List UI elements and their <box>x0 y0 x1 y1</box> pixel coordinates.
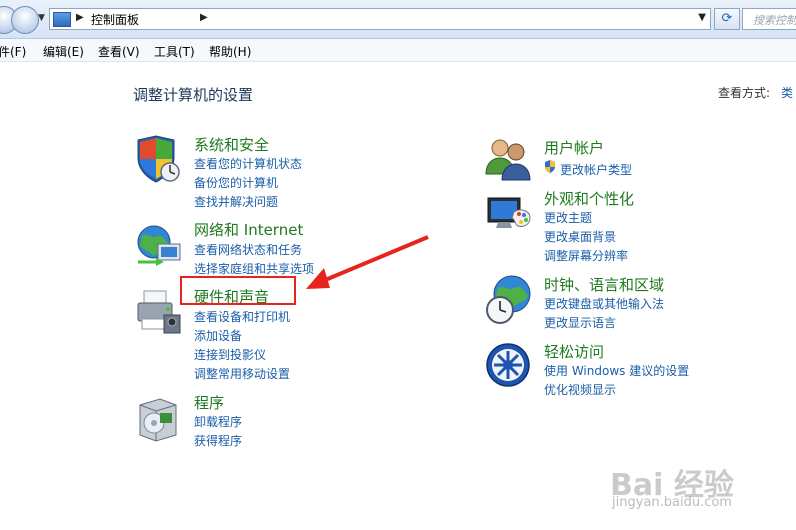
link-homegroup-sharing[interactable]: 选择家庭组和共享选项 <box>194 260 314 277</box>
link-desktop-background[interactable]: 更改桌面背景 <box>544 228 616 245</box>
link-change-keyboard[interactable]: 更改键盘或其他输入法 <box>544 295 664 312</box>
category-user-accounts[interactable]: 用户帐户 <box>544 137 604 158</box>
address-toolbar: ▼ ▶ 控制面板 ▶ ▼ ⟳ 搜索控制面板 <box>0 0 796 39</box>
menu-view[interactable]: 查看(V) <box>98 43 140 60</box>
forward-button[interactable] <box>11 6 39 34</box>
category-appearance[interactable]: 外观和个性化 <box>544 188 634 209</box>
view-by-dropdown[interactable]: 类 <box>781 84 793 101</box>
link-backup-computer[interactable]: 备份您的计算机 <box>194 174 278 191</box>
link-uninstall-program[interactable]: 卸载程序 <box>194 413 242 430</box>
clock-globe-icon[interactable] <box>484 274 536 326</box>
users-icon[interactable] <box>484 134 534 182</box>
address-dropdown-icon[interactable]: ▼ <box>698 12 706 23</box>
link-view-network-status[interactable]: 查看网络状态和任务 <box>194 241 302 258</box>
menu-tools[interactable]: 工具(T) <box>154 43 195 60</box>
menu-file[interactable]: 件(F) <box>0 43 26 60</box>
menu-edit[interactable]: 编辑(E) <box>43 43 84 60</box>
monitor-palette-icon[interactable] <box>484 194 534 236</box>
category-system-security[interactable]: 系统和安全 <box>194 134 269 155</box>
link-screen-resolution[interactable]: 调整屏幕分辨率 <box>544 247 628 264</box>
link-optimize-video-display[interactable]: 优化视频显示 <box>544 381 616 398</box>
printer-icon[interactable] <box>134 287 184 337</box>
link-view-computer-status[interactable]: 查看您的计算机状态 <box>194 155 302 172</box>
refresh-button[interactable]: ⟳ <box>714 8 740 30</box>
category-network-internet[interactable]: 网络和 Internet <box>194 219 303 240</box>
link-add-device[interactable]: 添加设备 <box>194 327 242 344</box>
address-field[interactable]: ▶ 控制面板 ▶ ▼ <box>49 8 711 30</box>
network-globe-icon[interactable] <box>134 222 184 270</box>
uac-shield-icon <box>545 160 555 173</box>
breadcrumb-arrow-icon[interactable]: ▶ <box>76 12 84 23</box>
link-devices-printers[interactable]: 查看设备和打印机 <box>194 308 290 325</box>
link-change-theme[interactable]: 更改主题 <box>544 209 592 226</box>
control-panel-icon <box>53 12 71 27</box>
shield-icon[interactable] <box>134 134 182 184</box>
highlight-box <box>180 276 296 305</box>
recent-pages-chevron-icon[interactable]: ▼ <box>38 13 45 23</box>
programs-box-icon[interactable] <box>134 393 182 443</box>
link-troubleshoot[interactable]: 查找并解决问题 <box>194 193 278 210</box>
link-change-display-language[interactable]: 更改显示语言 <box>544 314 616 331</box>
link-change-account-type[interactable]: 更改帐户类型 <box>560 161 632 178</box>
menu-bar: 件(F) 编辑(E) 查看(V) 工具(T) 帮助(H) <box>0 39 796 62</box>
baidu-watermark-url: jingyan.baidu.com <box>612 495 732 510</box>
breadcrumb-control-panel[interactable]: 控制面板 <box>91 11 139 28</box>
menu-help[interactable]: 帮助(H) <box>209 43 251 60</box>
ease-of-access-icon[interactable] <box>484 341 532 389</box>
link-mobility-settings[interactable]: 调整常用移动设置 <box>194 365 290 382</box>
link-windows-suggested-settings[interactable]: 使用 Windows 建议的设置 <box>544 362 689 379</box>
link-connect-projector[interactable]: 连接到投影仪 <box>194 346 266 363</box>
view-by-label: 查看方式: <box>718 86 771 100</box>
category-clock-language-region[interactable]: 时钟、语言和区域 <box>544 274 664 295</box>
breadcrumb-arrow-icon[interactable]: ▶ <box>200 12 208 23</box>
category-programs[interactable]: 程序 <box>194 392 224 413</box>
page-title: 调整计算机的设置 <box>133 86 254 104</box>
link-get-programs[interactable]: 获得程序 <box>194 432 242 449</box>
search-input[interactable]: 搜索控制面板 <box>742 8 796 30</box>
search-placeholder: 搜索控制面板 <box>753 14 796 27</box>
category-ease-of-access[interactable]: 轻松访问 <box>544 341 604 362</box>
annotation-arrow-icon <box>306 235 429 289</box>
